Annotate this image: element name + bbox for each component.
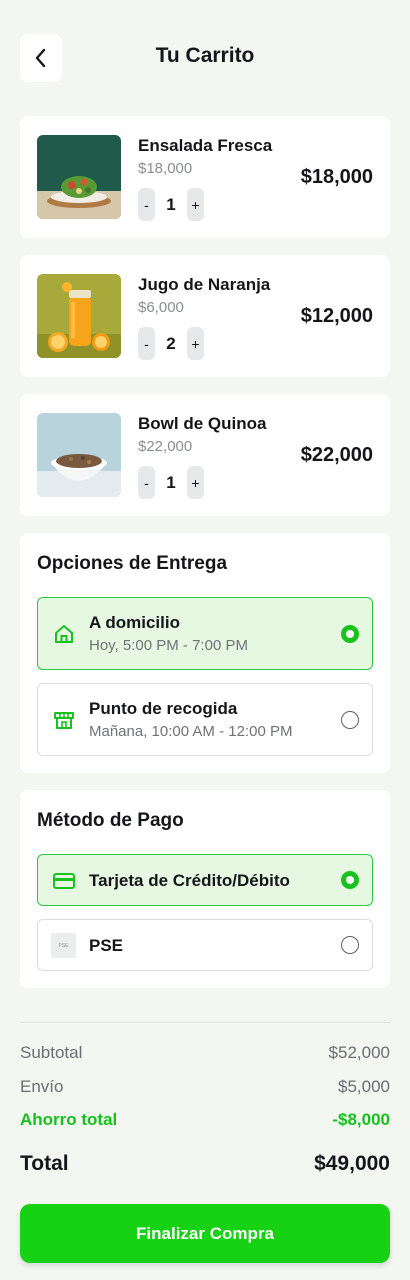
savings-row: Ahorro total -$8,000 [20, 1110, 390, 1130]
item-name: Ensalada Fresca [138, 136, 273, 155]
quantity-stepper: - 2 + [138, 327, 204, 360]
savings-label: Ahorro total [20, 1110, 118, 1129]
shipping-row: Envío $5,000 [20, 1077, 390, 1097]
savings-value: -$8,000 [332, 1110, 390, 1129]
subtotal-row: Subtotal $52,000 [20, 1043, 390, 1063]
cart-item: Jugo de Naranja $6,000 - 2 + $12,000 [20, 255, 390, 377]
option-title: A domicilio [89, 613, 180, 632]
radio-unselected[interactable] [341, 936, 359, 954]
total-label: Total [20, 1152, 69, 1175]
option-title: Tarjeta de Crédito/Débito [89, 871, 290, 890]
divider [20, 1022, 390, 1023]
orange-juice-image [37, 274, 121, 358]
payment-method-card: Método de Pago Tarjeta de Crédito/Débito… [20, 790, 390, 988]
quantity-stepper: - 1 + [138, 188, 204, 221]
total-row: Total $49,000 [20, 1152, 390, 1176]
quantity-value: 2 [166, 333, 176, 353]
subtotal-label: Subtotal [20, 1043, 83, 1062]
decrease-button[interactable]: - [138, 327, 155, 360]
increase-button[interactable]: + [187, 188, 204, 221]
home-icon [55, 625, 73, 643]
shipping-value: $5,000 [338, 1077, 390, 1096]
decrease-button[interactable]: - [138, 466, 155, 499]
cart-item: Ensalada Fresca $18,000 - 1 + $18,000 [20, 116, 390, 238]
quantity-stepper: - 1 + [138, 466, 204, 499]
item-name: Bowl de Quinoa [138, 414, 267, 433]
section-title: Método de Pago [37, 810, 184, 831]
item-unit-price: $22,000 [138, 438, 193, 455]
header: Tu Carrito [0, 0, 410, 116]
increase-button[interactable]: + [187, 327, 204, 360]
decrease-button[interactable]: - [138, 188, 155, 221]
total-value: $49,000 [314, 1152, 390, 1175]
increase-button[interactable]: + [187, 466, 204, 499]
subtotal-value: $52,000 [328, 1043, 390, 1062]
credit-card-icon [53, 873, 75, 889]
option-subtitle: Mañana, 10:00 AM - 12:00 PM [89, 723, 293, 740]
option-title: PSE [89, 936, 124, 955]
page-title: Tu Carrito [155, 44, 255, 67]
cart-item: Bowl de Quinoa $22,000 - 1 + $22,000 [20, 394, 390, 516]
section-title: Opciones de Entrega [37, 553, 228, 574]
quinoa-bowl-image [37, 413, 121, 497]
radio-selected[interactable] [341, 871, 359, 889]
radio-unselected[interactable] [341, 711, 359, 729]
quantity-value: 1 [166, 472, 176, 492]
item-total: $18,000 [300, 166, 373, 188]
item-total: $12,000 [300, 305, 373, 327]
delivery-options-card: Opciones de Entrega A domicilio Hoy, 5:0… [20, 533, 390, 773]
checkout-button[interactable]: Finalizar Compra [20, 1204, 390, 1263]
store-icon [54, 712, 74, 729]
shipping-label: Envío [20, 1077, 64, 1096]
quantity-value: 1 [166, 194, 176, 214]
payment-option-card[interactable]: Tarjeta de Crédito/Débito [37, 854, 373, 906]
item-total: $22,000 [300, 444, 373, 466]
pse-logo-icon: PSE [51, 933, 76, 958]
item-name: Jugo de Naranja [138, 275, 271, 294]
delivery-option-pickup[interactable]: Punto de recogida Mañana, 10:00 AM - 12:… [37, 683, 373, 756]
item-unit-price: $18,000 [138, 160, 193, 177]
option-subtitle: Hoy, 5:00 PM - 7:00 PM [89, 637, 248, 654]
item-unit-price: $6,000 [138, 299, 184, 316]
payment-option-pse[interactable]: PSE PSE [37, 919, 373, 971]
delivery-option-home[interactable]: A domicilio Hoy, 5:00 PM - 7:00 PM [37, 597, 373, 670]
salad-image [37, 135, 121, 219]
option-title: Punto de recogida [89, 699, 238, 718]
radio-selected[interactable] [341, 625, 359, 643]
